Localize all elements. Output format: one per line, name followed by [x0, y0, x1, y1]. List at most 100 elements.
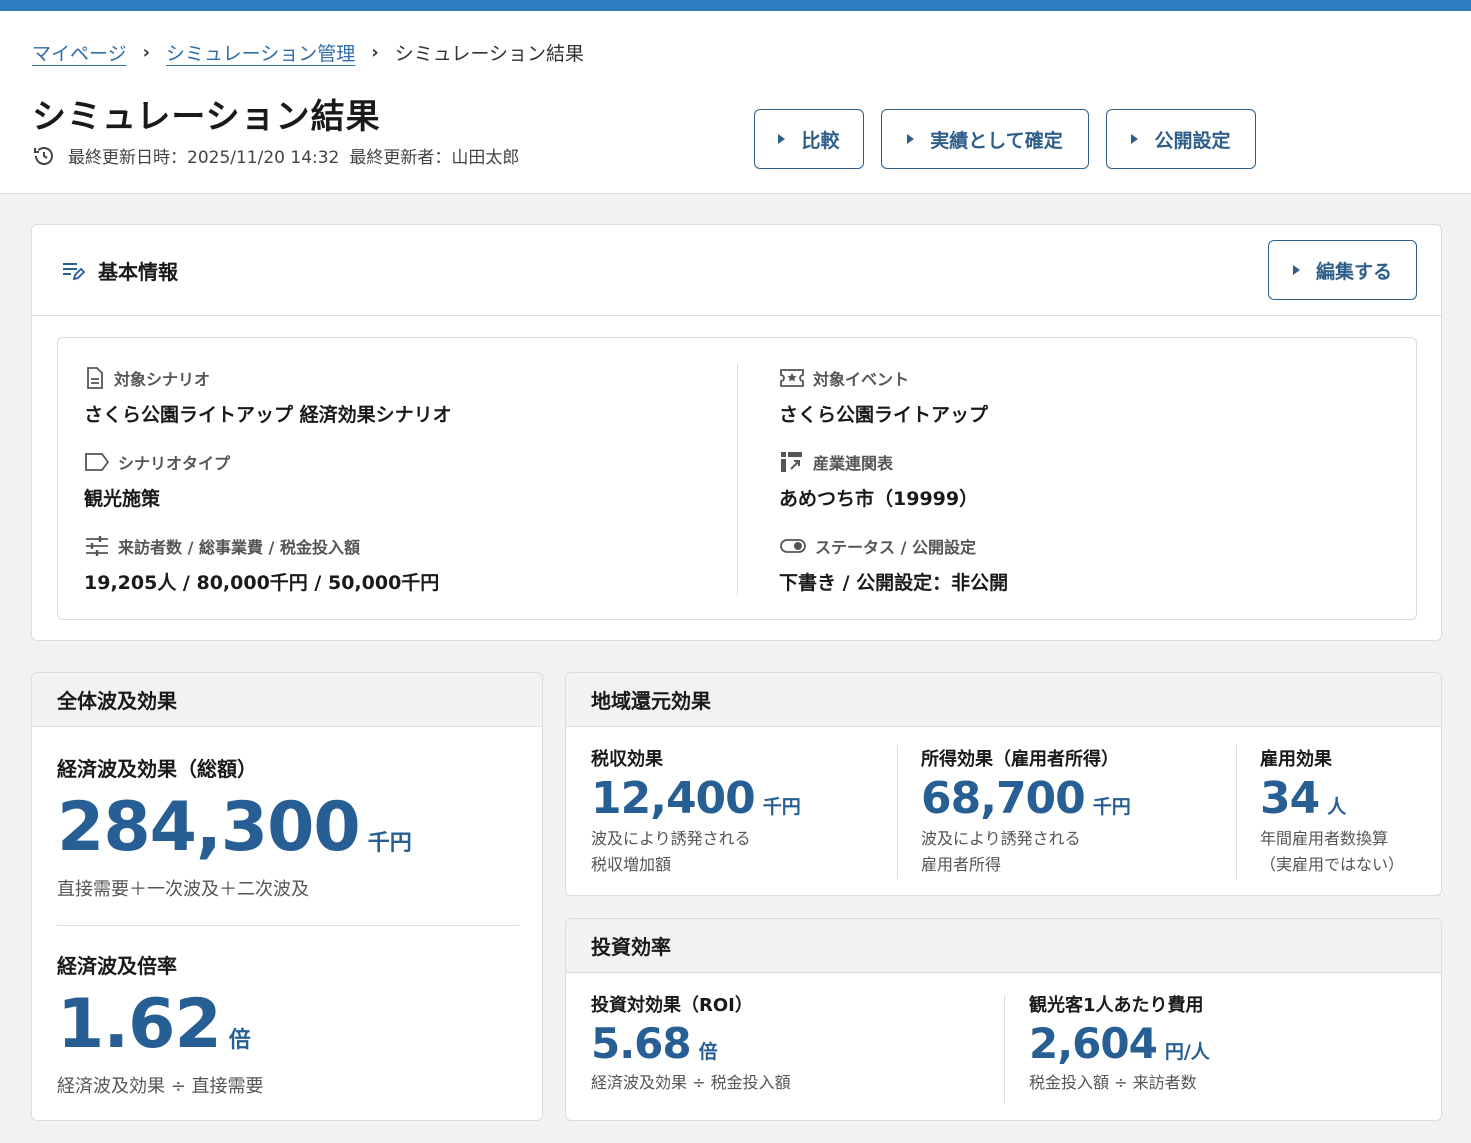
column-divider	[1004, 995, 1005, 1103]
compare-button-label: 比較	[801, 129, 840, 152]
roi-unit: 倍	[698, 1041, 718, 1063]
income-effect-label: 所得効果（雇用者所得）	[921, 749, 1119, 770]
metric-divider	[57, 925, 519, 926]
cost-per-visitor-value: 2,604	[1029, 1019, 1158, 1068]
update-meta: 最終更新日時：2025/11/20 14:32 最終更新者：山田太郎	[32, 143, 519, 168]
ratio-metric: 経済波及倍率 1.62 倍 経済波及効果 ÷ 直接需要	[57, 950, 264, 1100]
column-divider	[737, 364, 738, 595]
breadcrumb: マイページ › シミュレーション管理 › シミュレーション結果	[32, 39, 584, 66]
ratio-note: 経済波及効果 ÷ 直接需要	[57, 1076, 264, 1097]
page-title: シミュレーション結果	[32, 97, 381, 137]
ratio-value: 1.62	[57, 985, 222, 1064]
publish-button-label: 公開設定	[1154, 129, 1231, 152]
confirm-result-button[interactable]: 実績として確定	[881, 109, 1089, 169]
roi-label: 投資対効果（ROI）	[591, 995, 753, 1016]
io-table-label: 産業連関表	[813, 454, 894, 473]
tax-effect-metric: 税収効果 12,400 千円 波及により誘発される 税収増加額	[591, 745, 801, 878]
total-effect-value: 284,300	[57, 788, 361, 867]
publish-settings-button[interactable]: 公開設定	[1106, 109, 1256, 169]
chevron-right-icon: ›	[371, 42, 379, 63]
edit-note-icon	[63, 263, 86, 281]
overall-effect-card: 全体波及効果 経済波及効果（総額） 284,300 千円 直接需要＋一次波及＋二…	[31, 672, 543, 1121]
employment-effect-note-2: （実雇用ではない）	[1260, 855, 1405, 874]
sliders-icon	[86, 536, 108, 556]
io-table-value: あめつち市（19999）	[779, 488, 979, 510]
regional-effect-title: 地域還元効果	[566, 673, 1441, 727]
edit-button-label: 編集する	[1315, 260, 1392, 283]
scenario-field: 対象シナリオ さくら公園ライトアップ 経済効果シナリオ	[84, 366, 452, 427]
figures-field: 来訪者数 / 総事業費 / 税金投入額 19,205人 / 80,000千円 /…	[84, 534, 439, 595]
basic-info-fields: 対象シナリオ さくら公園ライトアップ 経済効果シナリオ シナリオタイプ 観光施策…	[57, 337, 1417, 620]
total-effect-note: 直接需要＋一次波及＋二次波及	[57, 879, 309, 900]
tax-effect-unit: 千円	[762, 796, 801, 818]
history-icon	[34, 146, 53, 165]
employment-effect-value: 34	[1260, 773, 1320, 824]
compare-button[interactable]: 比較	[754, 109, 864, 169]
status-label: ステータス / 公開設定	[815, 538, 976, 557]
roi-note: 経済波及効果 ÷ 税金投入額	[591, 1073, 791, 1092]
employment-effect-metric: 雇用効果 34 人 年間雇用者数換算 （実雇用ではない）	[1260, 745, 1404, 878]
last-updated-by: 最終更新者：山田太郎	[349, 148, 520, 168]
total-effect-label: 経済波及効果（総額）	[57, 757, 257, 781]
table-link-icon	[781, 452, 802, 472]
employment-effect-unit: 人	[1327, 796, 1347, 818]
status-field: ステータス / 公開設定 下書き / 公開設定：非公開	[779, 534, 1008, 595]
income-effect-unit: 千円	[1092, 796, 1131, 818]
basic-info-card: 基本情報 編集する 対象シナリオ さくら公園ライトアップ 経済効果シナリオ シナ…	[31, 224, 1442, 641]
breadcrumb-current: シミュレーション結果	[394, 43, 584, 65]
page-header: マイページ › シミュレーション管理 › シミュレーション結果 シミュレーション…	[0, 11, 1471, 194]
tax-effect-note-1: 波及により誘発される	[591, 829, 751, 848]
top-accent-bar	[0, 0, 1471, 11]
tax-effect-value: 12,400	[591, 773, 756, 824]
investment-efficiency-card: 投資効率 投資対効果（ROI） 5.68 倍 経済波及効果 ÷ 税金投入額 観光…	[565, 918, 1442, 1121]
tag-icon	[85, 453, 110, 471]
figures-value: 19,205人 / 80,000千円 / 50,000千円	[84, 572, 440, 594]
event-field: 対象イベント さくら公園ライトアップ	[779, 366, 988, 427]
column-divider	[1236, 745, 1237, 879]
total-effect-unit: 千円	[367, 831, 412, 856]
employment-effect-label: 雇用効果	[1260, 749, 1332, 770]
overall-effect-title: 全体波及効果	[32, 673, 542, 727]
income-effect-metric: 所得効果（雇用者所得） 68,700 千円 波及により誘発される 雇用者所得	[921, 745, 1131, 878]
caret-right-icon	[778, 134, 786, 144]
document-icon	[87, 367, 103, 389]
io-table-field: 産業連関表 あめつち市（19999）	[779, 450, 978, 511]
caret-right-icon	[1131, 134, 1139, 144]
employment-effect-note-1: 年間雇用者数換算	[1260, 829, 1389, 848]
cost-per-visitor-metric: 観光客1人あたり費用 2,604 円/人 税金投入額 ÷ 来訪者数	[1029, 991, 1210, 1096]
figures-label: 来訪者数 / 総事業費 / 税金投入額	[118, 538, 360, 557]
status-value: 下書き / 公開設定：非公開	[779, 572, 1009, 594]
scenario-label: 対象シナリオ	[114, 370, 211, 389]
ratio-unit: 倍	[228, 1028, 251, 1053]
scenario-type-label: シナリオタイプ	[118, 454, 231, 473]
cost-per-visitor-note: 税金投入額 ÷ 来訪者数	[1029, 1073, 1197, 1092]
basic-info-header: 基本情報	[32, 225, 1441, 316]
roi-metric: 投資対効果（ROI） 5.68 倍 経済波及効果 ÷ 税金投入額	[591, 991, 791, 1096]
ratio-label: 経済波及倍率	[57, 954, 177, 978]
regional-effect-card: 地域還元効果 税収効果 12,400 千円 波及により誘発される 税収増加額 所…	[565, 672, 1442, 896]
scenario-type-value: 観光施策	[84, 488, 161, 510]
tax-effect-label: 税収効果	[591, 749, 663, 770]
income-effect-note-2: 雇用者所得	[921, 855, 1002, 874]
last-updated: 最終更新日時：2025/11/20 14:32	[68, 148, 340, 168]
breadcrumb-simulation-manage-link[interactable]: シミュレーション管理	[166, 39, 355, 66]
total-effect-metric: 経済波及効果（総額） 284,300 千円 直接需要＋一次波及＋二次波及	[57, 753, 412, 903]
confirm-button-label: 実績として確定	[930, 129, 1063, 152]
breadcrumb-mypage-link[interactable]: マイページ	[32, 39, 127, 66]
column-divider	[897, 745, 898, 879]
cost-per-visitor-label: 観光客1人あたり費用	[1029, 995, 1204, 1016]
ticket-star-icon	[780, 369, 804, 387]
income-effect-value: 68,700	[921, 773, 1086, 824]
income-effect-note-1: 波及により誘発される	[921, 829, 1081, 848]
edit-button[interactable]: 編集する	[1268, 240, 1417, 300]
event-value: さくら公園ライトアップ	[779, 404, 989, 426]
tax-effect-note-2: 税収増加額	[591, 855, 672, 874]
scenario-value: さくら公園ライトアップ 経済効果シナリオ	[84, 404, 452, 426]
roi-value: 5.68	[591, 1019, 692, 1068]
cost-per-visitor-unit: 円/人	[1164, 1041, 1210, 1063]
caret-right-icon	[907, 134, 915, 144]
chevron-right-icon: ›	[142, 42, 151, 63]
caret-right-icon	[1292, 265, 1300, 275]
basic-info-title: 基本情報	[98, 259, 178, 284]
event-label: 対象イベント	[813, 370, 910, 389]
